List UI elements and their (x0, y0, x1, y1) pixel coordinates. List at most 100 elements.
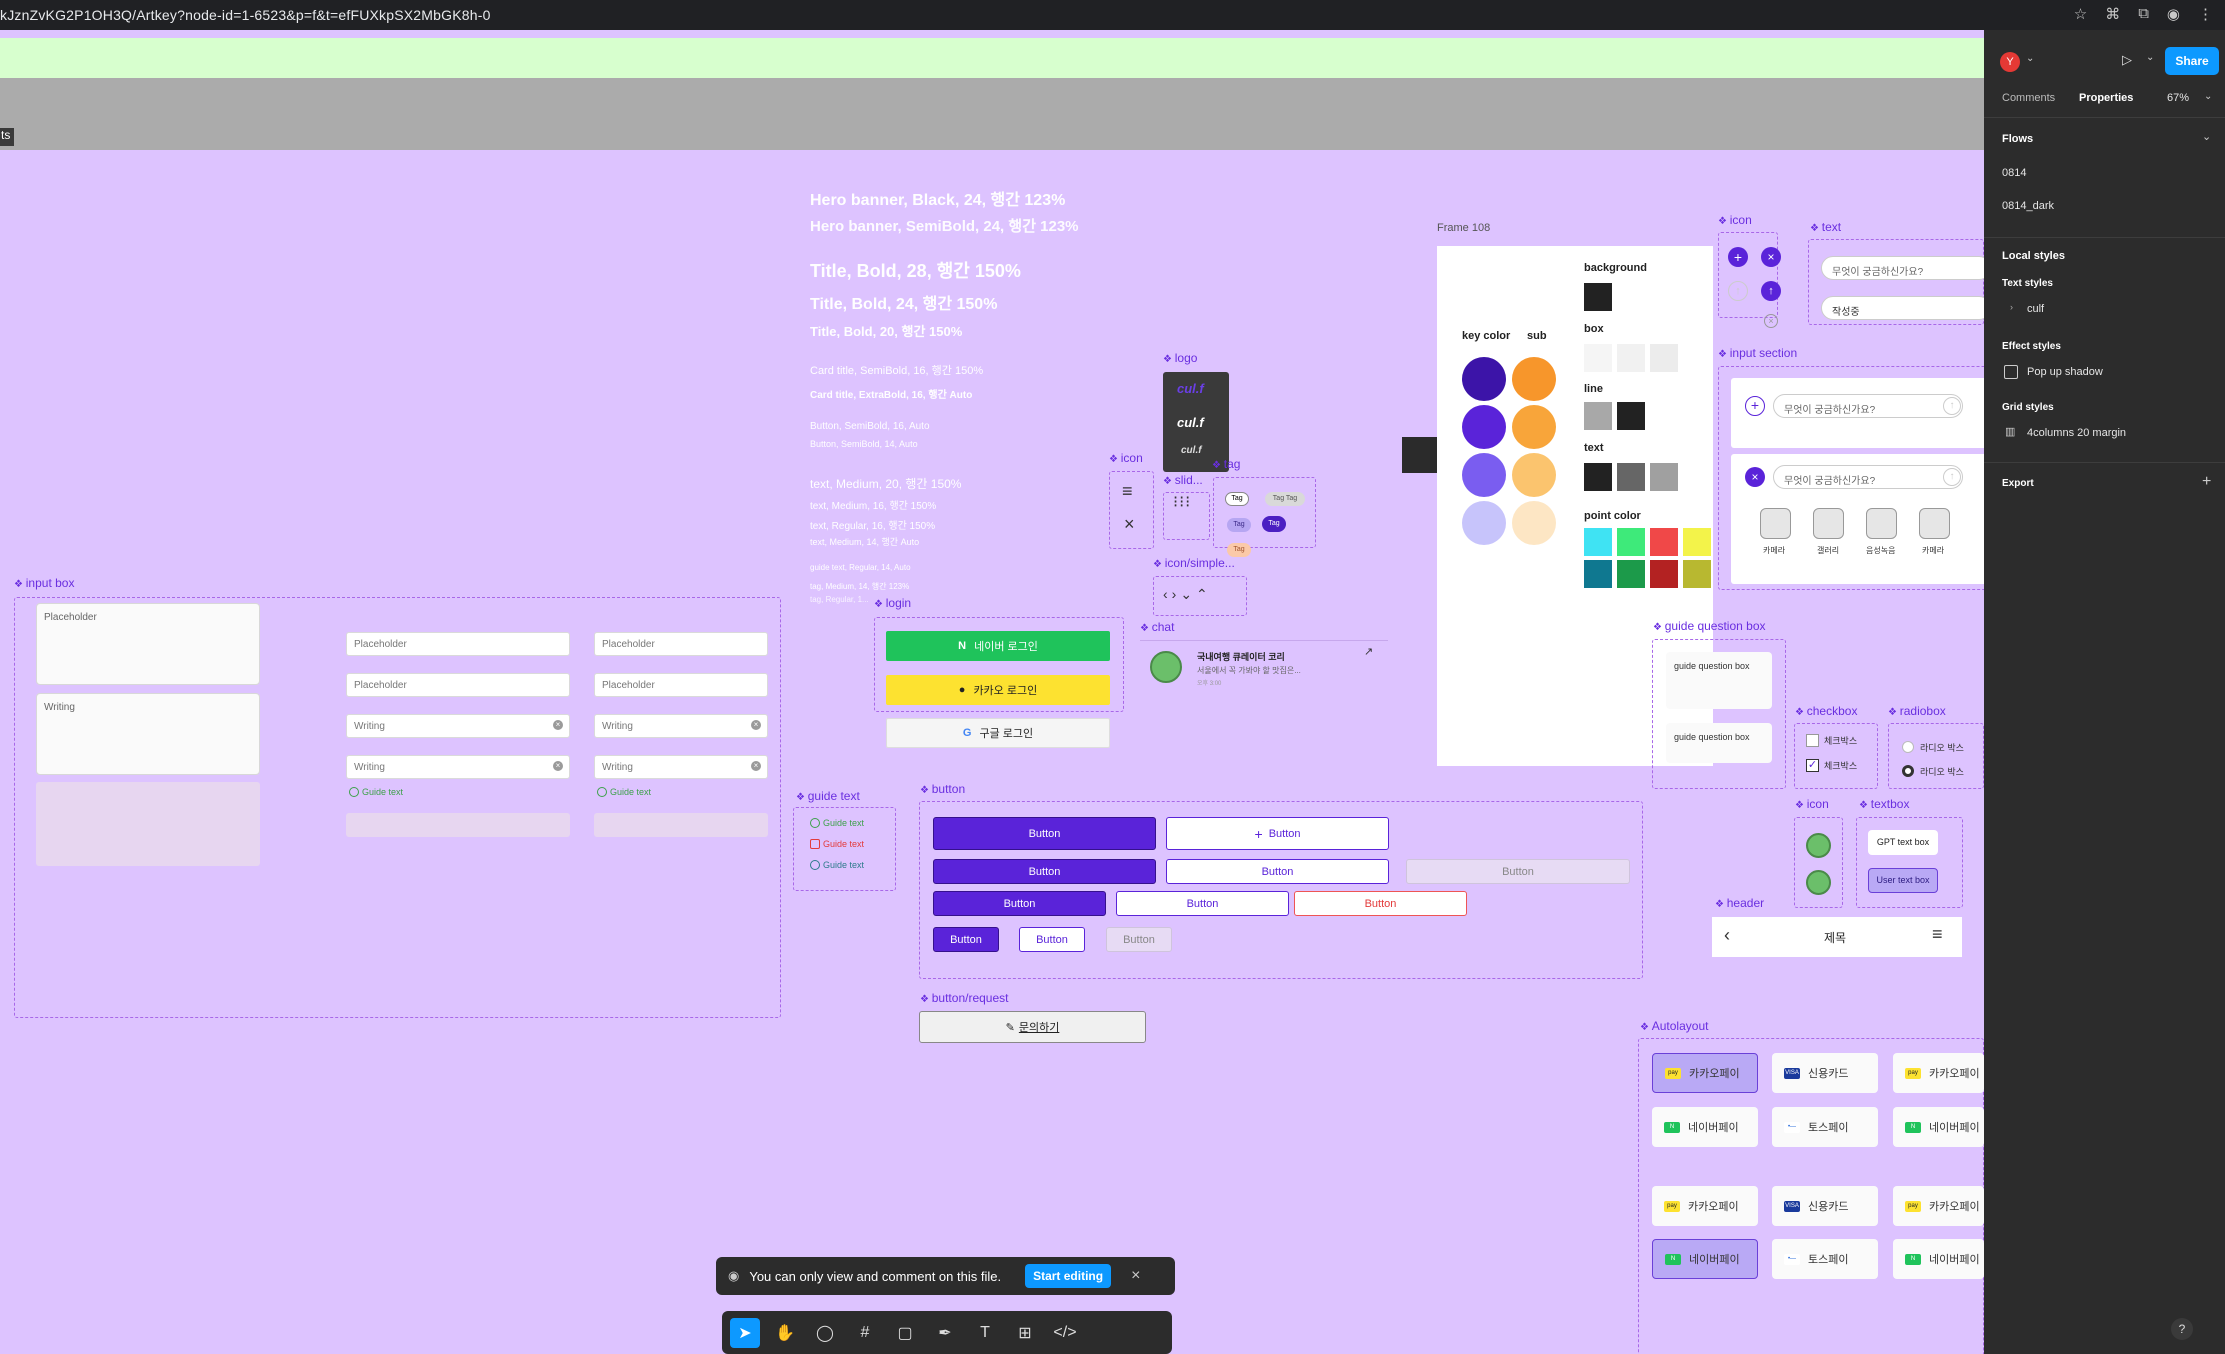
naver-login-button[interactable]: N 네이버 로그인 (886, 631, 1110, 661)
label-text[interactable]: text (1810, 220, 1841, 234)
typing-input[interactable]: 작성중 (1821, 296, 1984, 320)
close-circle-icon[interactable]: × (1761, 247, 1781, 267)
text-tool-icon[interactable]: T (970, 1318, 1000, 1348)
textarea-writing[interactable]: Writing (36, 693, 260, 775)
chevrons-icon[interactable]: ‹›⌄⌃ (1163, 586, 1212, 603)
profile-icon[interactable]: ◉ (2167, 5, 2180, 23)
help-button[interactable]: ? (2171, 1318, 2193, 1340)
payment-chip-kakao-selected[interactable]: pay 카카오페이 (1652, 1053, 1758, 1093)
tag-grey[interactable]: Tag Tag (1265, 492, 1305, 506)
input-placeholder-4[interactable]: Placeholder (594, 673, 768, 697)
voice-option-icon[interactable] (1866, 508, 1897, 539)
request-button[interactable]: ✎ 문의하기 (919, 1011, 1146, 1043)
effect-style-popup-shadow[interactable]: Pop up shadow (2027, 366, 2103, 378)
input-writing-4[interactable]: Writing × (594, 755, 768, 779)
label-button[interactable]: button (920, 782, 965, 796)
zoom-level[interactable]: 67% (2167, 92, 2189, 104)
button-outline-xs[interactable]: Button (1019, 927, 1085, 952)
radio-unselected[interactable] (1902, 741, 1914, 753)
label-button-request[interactable]: button/request (920, 991, 1009, 1005)
flow-item-1[interactable]: 0814 (2002, 167, 2026, 179)
input-placeholder-1[interactable]: Placeholder (346, 632, 570, 656)
text-style-culf[interactable]: culf (2027, 303, 2044, 315)
puzzle-icon[interactable]: ⧉ (2138, 5, 2149, 23)
design-canvas[interactable]: Hero banner, Black, 24, 행간 123% Hero ban… (0, 150, 1984, 1354)
url-text[interactable]: kJznZvKG2P1OH3Q/Artkey?node-id=1-6523&p=… (0, 7, 491, 23)
question-input[interactable]: 무엇이 궁금하신가요? (1821, 256, 1984, 280)
checkbox-unchecked[interactable] (1806, 734, 1819, 747)
comment-tool-icon[interactable]: ◯ (810, 1318, 840, 1348)
label-slider[interactable]: slid... (1163, 473, 1203, 487)
label-textbox[interactable]: textbox (1859, 797, 1910, 811)
clear-icon[interactable]: × (553, 761, 563, 771)
up-arrow-icon[interactable]: ↑ (1761, 281, 1781, 301)
tag-light-purple[interactable]: Tag (1227, 518, 1251, 532)
close-circle-icon[interactable]: × (1745, 467, 1765, 487)
input-section-1[interactable]: + 무엇이 궁금하신가요? ↑ (1731, 378, 1984, 448)
payment-chip-naver-3[interactable]: N 네이버페이 (1893, 1239, 1984, 1279)
button-primary-sm[interactable]: Button (933, 891, 1106, 916)
payment-chip-kakao-4[interactable]: pay 카카오페이 (1893, 1186, 1984, 1226)
label-icon[interactable]: icon (1109, 451, 1143, 465)
flows-collapse-icon[interactable]: ⌄ (2202, 130, 2211, 143)
chevron-down-icon[interactable]: ⌄ (2026, 53, 2034, 64)
guide-question-box-2[interactable]: guide question box (1666, 723, 1772, 763)
camera-option-icon-2[interactable] (1919, 508, 1950, 539)
close-toast-icon[interactable]: × (1131, 1267, 1140, 1285)
label-input-box[interactable]: input box (14, 576, 75, 590)
label-icon-3[interactable]: icon (1795, 797, 1829, 811)
tag-purple[interactable]: Tag (1262, 516, 1286, 532)
input-placeholder-3[interactable]: Placeholder (594, 632, 768, 656)
google-login-button[interactable]: G 구글 로그인 (886, 718, 1110, 748)
label-login[interactable]: login (874, 596, 911, 610)
payment-chip-toss-2[interactable]: •— 토스페이 (1772, 1239, 1878, 1279)
more-menu-icon[interactable]: ⋮ (2198, 5, 2213, 23)
move-tool-icon[interactable]: ➤ (730, 1317, 760, 1348)
extension-icon[interactable]: ⌘ (2105, 5, 2120, 23)
expand-chevron-icon[interactable]: › (2010, 302, 2013, 312)
bookmark-star-icon[interactable]: ☆ (2074, 5, 2087, 23)
button-outline-sm[interactable]: Button (1116, 891, 1289, 916)
close-icon[interactable]: × (1124, 514, 1135, 535)
label-chat[interactable]: chat (1140, 620, 1175, 634)
button-outline-plus-lg[interactable]: + Button (1166, 817, 1389, 850)
flow-item-2[interactable]: 0814_dark (2002, 200, 2054, 212)
shape-tool-icon[interactable]: ▢ (890, 1318, 920, 1348)
payment-chip-naver[interactable]: N 네이버페이 (1652, 1107, 1758, 1147)
tab-comments[interactable]: Comments (2002, 92, 2055, 104)
payment-chip-naver-2[interactable]: N 네이버페이 (1893, 1107, 1984, 1147)
radiobox-frame[interactable] (1888, 723, 1984, 789)
user-avatar[interactable]: Y (2000, 52, 2020, 72)
tag-outline[interactable]: Tag (1225, 492, 1249, 506)
label-checkbox[interactable]: checkbox (1795, 704, 1858, 718)
checkbox-checked[interactable]: ✓ (1806, 759, 1819, 772)
drag-handle-icon[interactable]: ⁝⁝⁝ (1173, 495, 1191, 511)
open-arrow-icon[interactable]: ↗ (1364, 645, 1373, 658)
input-section-2[interactable]: × 무엇이 궁금하신가요? ↑ 카메라 갤러리 음성녹음 카메라 (1731, 454, 1984, 584)
label-header[interactable]: header (1715, 896, 1764, 910)
section-question-input-2[interactable]: 무엇이 궁금하신가요? (1773, 465, 1963, 489)
input-writing-1[interactable]: Writing × (346, 714, 570, 738)
button-danger-sm[interactable]: Button (1294, 891, 1467, 916)
button-primary-xs[interactable]: Button (933, 927, 999, 952)
plus-circle-icon[interactable]: + (1728, 247, 1748, 267)
label-guide-text[interactable]: guide text (796, 789, 860, 803)
icon-frame-2[interactable] (1718, 232, 1778, 318)
gallery-option-icon[interactable] (1813, 508, 1844, 539)
plus-circle-icon[interactable]: + (1745, 396, 1765, 416)
resources-tool-icon[interactable]: ⊞ (1010, 1318, 1040, 1348)
start-editing-button[interactable]: Start editing (1025, 1264, 1112, 1288)
clear-icon[interactable]: × (553, 720, 563, 730)
hand-tool-icon[interactable]: ✋ (770, 1318, 800, 1348)
payment-chip-toss[interactable]: •— 토스페이 (1772, 1107, 1878, 1147)
chat-list-item[interactable]: 국내여행 큐레이터 코리 서울에서 꼭 가봐야 할 맛집은... 오후 3:00… (1140, 640, 1388, 690)
guide-question-box-1[interactable]: guide question box (1666, 652, 1772, 709)
menu-icon[interactable]: ≡ (1932, 924, 1943, 945)
camera-option-icon[interactable] (1760, 508, 1791, 539)
clear-icon[interactable]: × (751, 720, 761, 730)
present-play-icon[interactable]: ▷ (2122, 52, 2132, 68)
dev-mode-icon[interactable]: </> (1050, 1318, 1080, 1348)
present-chevron-icon[interactable]: ⌄ (2146, 52, 2154, 63)
add-export-icon[interactable]: + (2202, 473, 2211, 491)
label-guide-question-box[interactable]: guide question box (1653, 619, 1766, 633)
